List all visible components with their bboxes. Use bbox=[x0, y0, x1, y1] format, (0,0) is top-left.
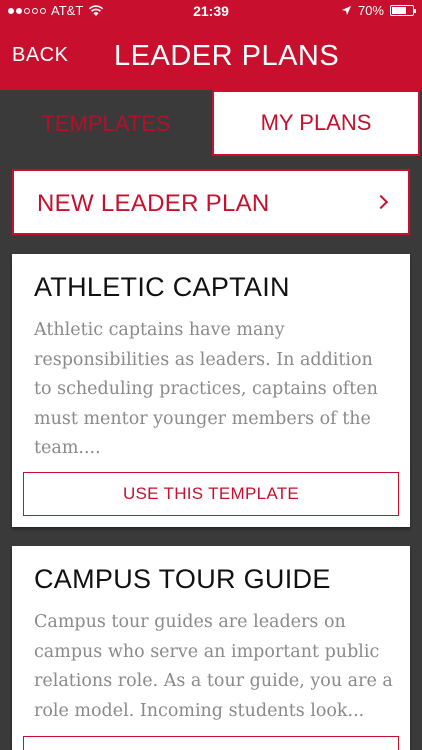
back-button[interactable]: BACK bbox=[12, 44, 68, 67]
tab-my-plans[interactable]: MY PLANS bbox=[212, 90, 420, 156]
template-card: ATHLETIC CAPTAIN Athletic captains have … bbox=[12, 254, 410, 527]
chevron-right-icon bbox=[373, 194, 389, 210]
template-title: ATHLETIC CAPTAIN bbox=[34, 272, 290, 302]
status-right: 70% bbox=[341, 3, 416, 18]
tab-templates[interactable]: TEMPLATES bbox=[0, 90, 212, 158]
use-template-button[interactable]: USE THIS TEMPLATE bbox=[23, 472, 399, 516]
template-description: Athletic captains have many responsibili… bbox=[34, 320, 378, 458]
template-card: CAMPUS TOUR GUIDE Campus tour guides are… bbox=[12, 546, 410, 750]
battery-percent: 70% bbox=[357, 3, 384, 18]
template-title: CAMPUS TOUR GUIDE bbox=[34, 564, 331, 594]
new-leader-plan-label: NEW LEADER PLAN bbox=[37, 190, 270, 217]
nav-header: AT&T 21:39 70% BACK LEADER PLANS bbox=[0, 0, 422, 90]
battery-level bbox=[392, 7, 406, 14]
location-arrow-icon bbox=[341, 6, 351, 15]
use-template-button[interactable]: USE THIS TEMPLATE bbox=[23, 736, 399, 750]
tab-bar: TEMPLATES MY PLANS bbox=[0, 90, 422, 158]
status-bar: AT&T 21:39 70% bbox=[0, 0, 422, 22]
new-leader-plan-button[interactable]: NEW LEADER PLAN bbox=[12, 169, 410, 235]
battery-icon bbox=[390, 5, 416, 16]
template-description: Campus tour guides are leaders on campus… bbox=[34, 612, 393, 721]
page-title: LEADER PLANS bbox=[114, 40, 340, 72]
